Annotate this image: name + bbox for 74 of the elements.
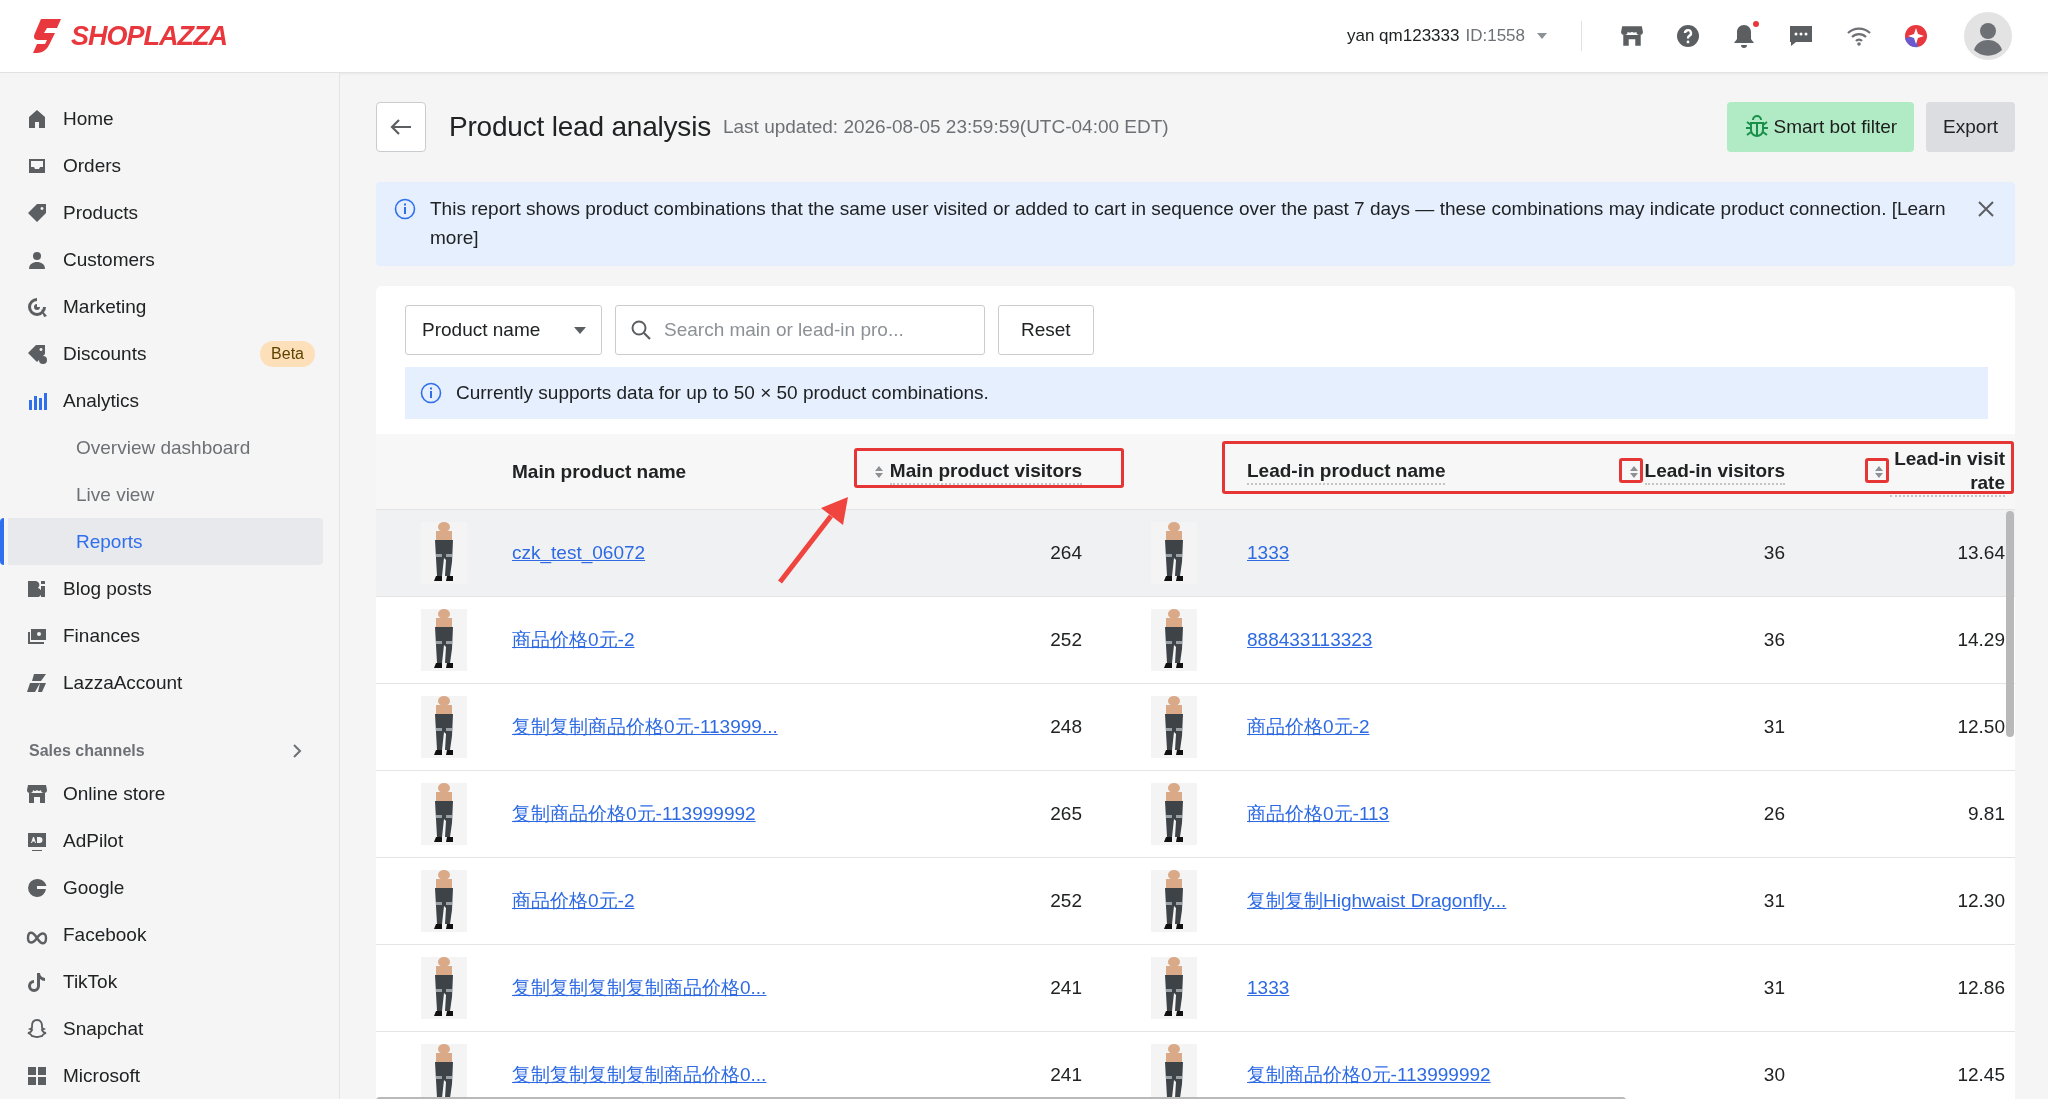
- nav-item[interactable]: Orders: [0, 142, 323, 189]
- product-link[interactable]: 888433113323: [1247, 629, 1373, 651]
- column-header[interactable]: Lead-in visit rate: [1890, 446, 2005, 497]
- filter-dropdown[interactable]: Product name: [405, 305, 602, 355]
- smart-bot-filter-button[interactable]: Smart bot filter: [1726, 102, 1915, 152]
- nav-item[interactable]: Customers: [0, 236, 323, 283]
- nav-subitem[interactable]: Overview dashboard: [8, 424, 323, 471]
- column-header[interactable]: Main product visitors: [889, 458, 1082, 485]
- nav-item[interactable]: Facebook: [0, 911, 323, 958]
- account-switcher[interactable]: yan qm123333 ID:1558: [1346, 26, 1553, 46]
- section-title: Sales channels: [29, 742, 145, 760]
- search-field[interactable]: Search main or lead-in pro...: [615, 305, 985, 355]
- table-cell: 265: [1050, 803, 1082, 825]
- product-link[interactable]: 商品价格0元-2: [512, 627, 635, 653]
- table-cell: 264: [1050, 542, 1082, 564]
- nav-item[interactable]: Discounts Beta: [0, 330, 323, 377]
- table-cell: 12.50: [1957, 716, 2005, 738]
- nav-item[interactable]: LazzaAccount: [0, 659, 323, 706]
- product-link[interactable]: 商品价格0元-2: [1247, 714, 1370, 740]
- table-cell: 248: [1050, 716, 1082, 738]
- logo-text[interactable]: SHOPLAZZA: [71, 20, 227, 52]
- nav-item[interactable]: Analytics: [0, 377, 323, 424]
- product-link[interactable]: 复制商品价格0元-113999992: [1247, 1062, 1491, 1088]
- table-cell: 13.64: [1957, 542, 2005, 564]
- nav-item[interactable]: Snapchat: [0, 1005, 323, 1052]
- table-cell: 12.86: [1957, 977, 2005, 999]
- table-cell: 9.81: [1968, 803, 2005, 825]
- nav-item[interactable]: Blog posts: [0, 565, 323, 612]
- info-banner-text: This report shows product combinations that the same user visited or added to cart in sequence over the past 7 days — these combinations may indicate product connection. [Learn more]: [430, 197, 1947, 250]
- column-header: Lead-in product name: [1247, 458, 1446, 485]
- nav-subitem[interactable]: Reports: [0, 518, 323, 565]
- table-cell: 252: [1050, 890, 1082, 912]
- table-cell: 36: [1763, 629, 1785, 651]
- column-header[interactable]: Lead-in visitors: [1644, 458, 1785, 485]
- table-cell: 31: [1763, 716, 1785, 738]
- nav-item[interactable]: Marketing: [0, 283, 323, 330]
- product-link[interactable]: czk_test_06072: [512, 542, 646, 564]
- page-title: Product lead analysis: [449, 111, 711, 143]
- table-cell: 31: [1763, 977, 1785, 999]
- product-link[interactable]: 复制复制Highwaist Dragonfly...: [1247, 888, 1507, 914]
- product-link[interactable]: 复制复制复制复制商品价格0...: [512, 975, 767, 1001]
- product-link[interactable]: 1333: [1247, 977, 1290, 999]
- table-cell: 30: [1763, 1064, 1785, 1086]
- reset-button[interactable]: Reset: [998, 305, 1094, 355]
- last-updated-text: Last updated: 2026-08-05 23:59:59(UTC-04:00 EDT): [722, 116, 1169, 138]
- product-link[interactable]: 复制商品价格0元-113999992: [512, 801, 756, 827]
- nav-subitem[interactable]: Live view: [8, 471, 323, 518]
- product-link[interactable]: 复制复制商品价格0元-113999...: [512, 714, 778, 740]
- nav-item[interactable]: Finances: [0, 612, 323, 659]
- nav-item[interactable]: Microsoft: [0, 1052, 323, 1099]
- nav-item[interactable]: Google: [0, 864, 323, 911]
- table-row[interactable]: czk_test_06072 264 1333 36 13.64: [376, 510, 2015, 597]
- table-cell: 12.45: [1957, 1064, 2005, 1086]
- table-cell: 252: [1050, 629, 1082, 651]
- product-link[interactable]: 复制复制复制复制商品价格0...: [512, 1062, 767, 1088]
- product-link[interactable]: 商品价格0元-113: [1247, 801, 1390, 827]
- table-cell: 26: [1763, 803, 1785, 825]
- notice-text: Currently supports data for up to 50 × 50 product combinations.: [456, 382, 989, 404]
- product-link[interactable]: 1333: [1247, 542, 1290, 564]
- nav-item[interactable]: Home: [0, 95, 323, 142]
- export-button[interactable]: Export: [1926, 102, 2015, 152]
- nav-item[interactable]: Products: [0, 189, 323, 236]
- table-cell: 31: [1763, 890, 1785, 912]
- nav-item[interactable]: TikTok: [0, 958, 323, 1005]
- table-cell: 12.30: [1957, 890, 2005, 912]
- nav-item[interactable]: AdPilot: [0, 817, 323, 864]
- table-cell: 14.29: [1957, 629, 2005, 651]
- table-cell: 241: [1050, 977, 1082, 999]
- nav-item[interactable]: Online store: [0, 770, 323, 817]
- product-link[interactable]: 商品价格0元-2: [512, 888, 635, 914]
- table-cell: 241: [1050, 1064, 1082, 1086]
- table-cell: 36: [1763, 542, 1785, 564]
- column-header: Main product name: [512, 459, 687, 484]
- beta-badge: Beta: [260, 340, 315, 367]
